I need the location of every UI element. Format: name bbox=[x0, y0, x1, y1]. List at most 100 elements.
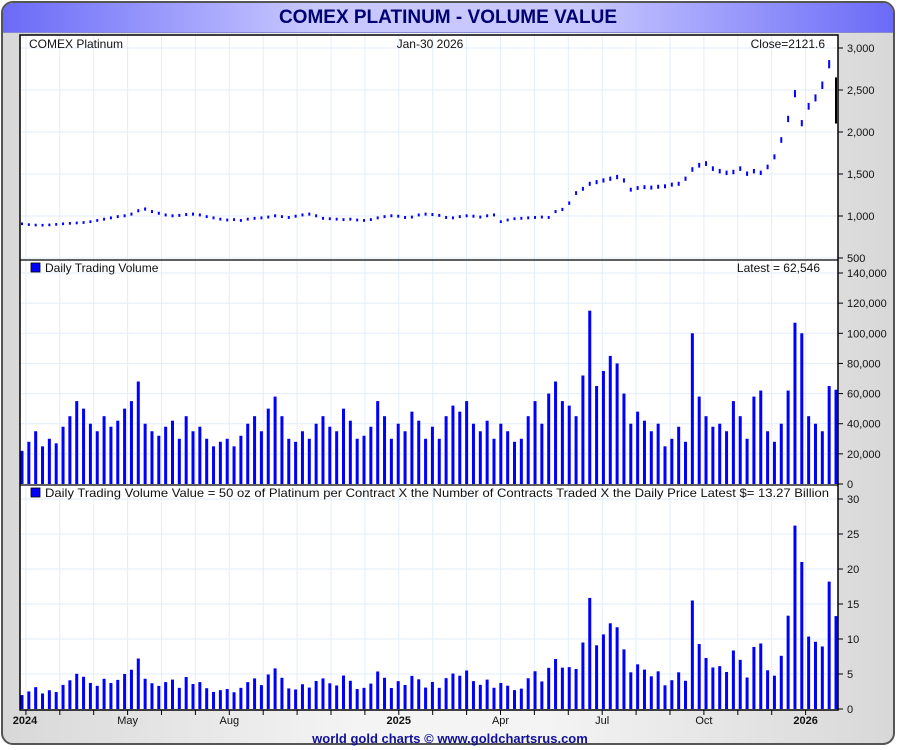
volume-bar bbox=[150, 431, 154, 484]
volume-bar bbox=[424, 438, 428, 484]
volume-bar bbox=[786, 390, 790, 484]
volume-bar bbox=[218, 441, 222, 484]
volume-value-bar bbox=[253, 678, 257, 709]
y-tick-label: 20 bbox=[847, 564, 859, 576]
volume-value-bar bbox=[314, 681, 318, 709]
volume-bar bbox=[588, 310, 592, 484]
volume-bar bbox=[266, 408, 270, 484]
volume-value-bar bbox=[389, 688, 393, 709]
volume-value-bar bbox=[68, 680, 72, 709]
volume-value-bar bbox=[656, 671, 660, 709]
volume-value-bar bbox=[82, 676, 86, 709]
y-tick-label: 100,000 bbox=[847, 328, 887, 340]
volume-bar bbox=[82, 408, 86, 484]
volume-bar bbox=[629, 423, 633, 484]
volume-value-bar bbox=[341, 675, 345, 709]
volume-bar bbox=[403, 431, 407, 484]
y-tick-label: 0 bbox=[847, 479, 853, 491]
volume-bar bbox=[499, 423, 503, 484]
volume-bar bbox=[540, 423, 544, 484]
volume-value-bar bbox=[704, 657, 708, 709]
volume-value-bar bbox=[451, 673, 455, 709]
volume-value-bar bbox=[157, 685, 161, 709]
x-tick-label: 2026 bbox=[793, 715, 817, 727]
volume-value-bar bbox=[588, 597, 592, 709]
volume-value-bar bbox=[684, 680, 688, 709]
volume-value-bar bbox=[150, 683, 154, 709]
volume-legend-swatch bbox=[30, 262, 41, 273]
volume-value-bar bbox=[608, 623, 612, 709]
volume-bar bbox=[287, 438, 291, 484]
volume-bar bbox=[745, 438, 749, 484]
volume-value-bar bbox=[629, 672, 633, 709]
volume-bar bbox=[225, 438, 229, 484]
volume-bar bbox=[129, 401, 133, 484]
volume-value-bar bbox=[560, 667, 564, 709]
volume-value-bar bbox=[513, 690, 517, 709]
y-tick-label: 500 bbox=[847, 253, 865, 265]
volume-value-bar bbox=[718, 666, 722, 709]
volume-bar bbox=[54, 443, 58, 484]
volume-bar bbox=[800, 333, 804, 484]
volume-bar bbox=[513, 441, 517, 484]
volume-bar bbox=[328, 426, 332, 484]
volume-value-bar bbox=[807, 636, 811, 709]
volume-bar bbox=[670, 438, 674, 484]
volume-bar bbox=[690, 333, 694, 484]
volume-value-bar bbox=[471, 681, 475, 709]
x-tick-label: Jul bbox=[595, 715, 609, 727]
volume-bar bbox=[656, 423, 660, 484]
volume-value-bar bbox=[725, 671, 729, 709]
volume-value-bar bbox=[752, 646, 756, 709]
y-tick-label: 2,000 bbox=[847, 127, 875, 139]
volume-bar bbox=[300, 431, 304, 484]
volume-value-bar bbox=[417, 679, 421, 709]
x-tick-label: Aug bbox=[220, 715, 240, 727]
volume-value-bar bbox=[738, 659, 742, 709]
volume-value-bar bbox=[813, 641, 817, 709]
volume-value-bar bbox=[396, 681, 400, 709]
volume-value-bar bbox=[786, 615, 790, 709]
volume-value-bar bbox=[574, 668, 578, 709]
volume-value-bar bbox=[143, 678, 147, 709]
volume-value-bar bbox=[766, 670, 770, 709]
volume-bar bbox=[554, 381, 558, 484]
volume-bar bbox=[485, 420, 489, 484]
volume-bar bbox=[595, 386, 599, 484]
volume-value-bar bbox=[615, 627, 619, 709]
volume-bar bbox=[177, 438, 181, 484]
volume-value-bar bbox=[335, 685, 339, 709]
volume-bar bbox=[184, 416, 188, 484]
volume-bar bbox=[608, 355, 612, 484]
volume-bar bbox=[752, 396, 756, 484]
volume-value-bar bbox=[779, 655, 783, 709]
volume-value-bar bbox=[800, 562, 804, 709]
volume-bar bbox=[642, 420, 646, 484]
volume-bar bbox=[465, 401, 469, 484]
volume-value-bar bbox=[61, 684, 65, 709]
y-tick-label: 30 bbox=[847, 494, 859, 506]
volume-bar bbox=[663, 446, 667, 484]
volume-bar bbox=[253, 416, 257, 484]
y-tick-label: 2,500 bbox=[847, 85, 875, 97]
volume-bar bbox=[102, 416, 106, 484]
volume-bar bbox=[116, 420, 120, 484]
volume-bar bbox=[68, 416, 72, 484]
volume-value-bar bbox=[492, 687, 496, 709]
volume-bar bbox=[191, 431, 195, 484]
volume-bar bbox=[437, 438, 441, 484]
volume-value-bar bbox=[75, 673, 79, 709]
volume-value-bar bbox=[827, 581, 831, 709]
volume-value-bar bbox=[47, 690, 51, 709]
volume-bar bbox=[376, 401, 380, 484]
volume-bar bbox=[123, 408, 127, 484]
volume-bar bbox=[205, 438, 209, 484]
volume-value-bar bbox=[307, 687, 311, 709]
volume-bar bbox=[738, 416, 742, 484]
volume-bar bbox=[34, 431, 38, 484]
volume-value-bar bbox=[444, 678, 448, 709]
volume-bar bbox=[294, 441, 298, 484]
volume-value-bar bbox=[225, 689, 229, 709]
volume-bar bbox=[444, 416, 448, 484]
volume-value-bar bbox=[519, 688, 523, 709]
